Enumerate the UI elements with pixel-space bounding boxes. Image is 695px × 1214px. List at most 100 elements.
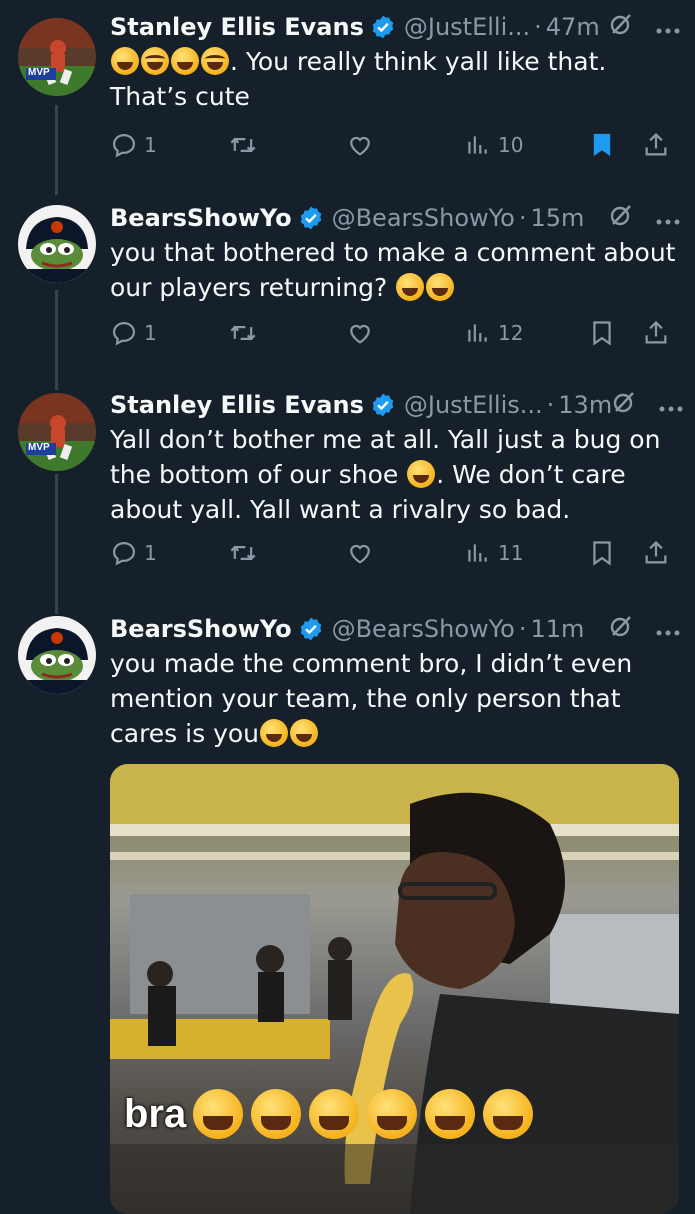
crying-emoji xyxy=(201,47,229,75)
laughing-emoji xyxy=(171,47,199,75)
laughing-emoji xyxy=(426,273,455,301)
reply-count: 1 xyxy=(144,133,157,157)
grok-icon[interactable] xyxy=(612,390,636,420)
views-button[interactable]: 11 xyxy=(464,540,588,566)
views-count: 11 xyxy=(498,541,524,565)
separator-dot: · xyxy=(518,204,527,232)
author-name[interactable]: Stanley Ellis Evans xyxy=(110,13,364,41)
tweet-text-body: you that bothered to make a comment abou… xyxy=(110,238,676,302)
avatar-label: MVP xyxy=(28,67,50,78)
retweet-icon xyxy=(230,137,256,153)
tweet[interactable]: MVP Stanley Ellis Evans @JustElli... · 4… xyxy=(0,0,695,190)
like-button[interactable] xyxy=(346,131,464,159)
tweet-text: . You really think yall like that. That’… xyxy=(110,44,681,114)
avatar[interactable] xyxy=(18,205,96,283)
author-handle[interactable]: @BearsShowYo xyxy=(332,615,515,643)
laughing-emoji xyxy=(425,1089,476,1139)
tweet-header: BearsShowYo @BearsShowYo · 11m xyxy=(110,612,681,646)
author-handle[interactable]: @JustElli... xyxy=(404,13,530,41)
media-caption-text: bra xyxy=(124,1091,187,1136)
retweet-icon xyxy=(230,545,256,561)
reply-count: 1 xyxy=(144,321,157,345)
reply-count: 1 xyxy=(144,541,157,565)
share-icon xyxy=(645,132,667,156)
avatar-label: MVP xyxy=(28,442,50,453)
timestamp[interactable]: 47m xyxy=(546,13,600,41)
timestamp[interactable]: 15m xyxy=(530,204,584,232)
author-handle[interactable]: @BearsShowYo xyxy=(332,204,515,232)
tweet-text: you made the comment bro, I didn’t even … xyxy=(110,646,681,751)
laughing-emoji xyxy=(290,719,318,747)
timestamp[interactable]: 13m xyxy=(558,391,612,419)
views-count: 10 xyxy=(498,133,524,157)
bookmark-button[interactable] xyxy=(588,130,642,160)
media-caption: bra xyxy=(124,1089,534,1139)
views-count: 12 xyxy=(498,321,524,345)
bookmark-icon xyxy=(593,321,611,346)
views-icon xyxy=(468,324,487,342)
share-button[interactable] xyxy=(642,131,670,159)
views-icon xyxy=(468,136,487,154)
reply-icon xyxy=(112,541,136,566)
laughing-emoji xyxy=(193,1089,244,1139)
retweet-button[interactable] xyxy=(228,131,346,159)
like-icon xyxy=(350,136,370,156)
share-button[interactable] xyxy=(642,539,670,567)
more-icon[interactable] xyxy=(655,13,681,41)
grok-icon[interactable] xyxy=(609,12,633,42)
verified-badge-icon xyxy=(298,616,324,642)
separator-dot: · xyxy=(546,391,555,419)
like-icon xyxy=(350,324,370,344)
like-button[interactable] xyxy=(346,319,464,347)
author-name[interactable]: Stanley Ellis Evans xyxy=(110,391,364,419)
timestamp[interactable]: 11m xyxy=(530,615,584,643)
views-icon xyxy=(468,544,487,562)
author-name[interactable]: BearsShowYo xyxy=(110,615,292,643)
laughing-emoji xyxy=(483,1089,534,1139)
tweet-media-image[interactable]: bra xyxy=(110,764,679,1214)
more-icon[interactable] xyxy=(655,204,681,232)
like-icon xyxy=(350,544,370,564)
laughing-emoji xyxy=(367,1089,418,1139)
bookmark-button[interactable] xyxy=(588,318,642,348)
reply-button[interactable]: 1 xyxy=(110,131,228,159)
tweet-header: BearsShowYo @BearsShowYo · 15m xyxy=(110,201,681,235)
tweet[interactable]: BearsShowYo @BearsShowYo · 15m you that … xyxy=(0,195,695,380)
laughing-emoji xyxy=(260,719,288,747)
tweet-header: Stanley Ellis Evans @JustElli... · 47m xyxy=(110,10,681,44)
tweet-text-body: you made the comment bro, I didn’t even … xyxy=(110,649,633,748)
bookmark-button[interactable] xyxy=(588,538,642,568)
grok-icon[interactable] xyxy=(609,203,633,233)
crying-emoji xyxy=(141,47,169,75)
laughing-emoji xyxy=(111,47,139,75)
views-button[interactable]: 12 xyxy=(464,320,588,346)
reply-button[interactable]: 1 xyxy=(110,539,228,567)
share-icon xyxy=(645,540,667,564)
laughing-emoji xyxy=(396,273,425,301)
more-icon[interactable] xyxy=(658,391,684,419)
like-button[interactable] xyxy=(346,539,464,567)
verified-badge-icon xyxy=(298,205,324,231)
avatar[interactable] xyxy=(18,616,96,694)
avatar[interactable]: MVP xyxy=(18,393,96,471)
more-icon[interactable] xyxy=(655,615,681,643)
laughing-emoji xyxy=(309,1089,360,1139)
author-handle[interactable]: @JustEllis... xyxy=(404,391,543,419)
tweet-text: you that bothered to make a comment abou… xyxy=(110,235,681,305)
bookmark-icon xyxy=(593,541,611,566)
views-button[interactable]: 10 xyxy=(464,132,588,158)
share-button[interactable] xyxy=(642,319,670,347)
retweet-button[interactable] xyxy=(228,539,346,567)
avatar[interactable]: MVP xyxy=(18,18,96,96)
laughing-emoji xyxy=(407,460,436,488)
reply-button[interactable]: 1 xyxy=(110,319,228,347)
tweet-header: Stanley Ellis Evans @JustEllis... · 13m xyxy=(110,388,684,422)
retweet-button[interactable] xyxy=(228,319,346,347)
grok-icon[interactable] xyxy=(609,614,633,644)
tweet-text: Yall don’t bother me at all. Yall just a… xyxy=(110,422,681,527)
laughing-emoji xyxy=(251,1089,302,1139)
separator-dot: · xyxy=(518,615,527,643)
separator-dot: · xyxy=(534,13,542,41)
author-name[interactable]: BearsShowYo xyxy=(110,204,292,232)
tweet[interactable]: MVP Stanley Ellis Evans @JustEllis... · … xyxy=(0,385,695,600)
